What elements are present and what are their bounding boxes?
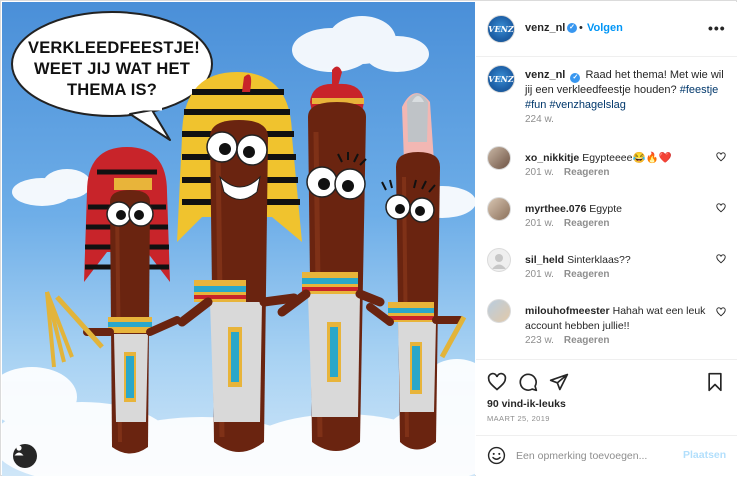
more-options-icon[interactable]: ••• [708,20,726,36]
comment-username[interactable]: myrthee.076 [525,203,586,215]
like-comment-heart-icon[interactable] [716,203,726,213]
comment-item: myrthee.076 Egypte 201 w. Reageren [476,197,737,247]
reply-button[interactable]: Reageren [564,335,610,346]
speech-bubble-line: VERKLEEDFEESTJE! [28,39,200,57]
caption-timestamp: 224 w. [525,114,554,125]
post-caption: venz_nl ✓ Raad het thema! Met wie wil ji… [525,68,725,113]
comment-item: milouhofmeester Hahah wat een leuk accoun… [476,299,737,349]
comment-text: Sinterklaas?? [567,254,631,266]
speech-bubble-text: VERKLEEDFEESTJE! WEET JIJ WAT HET THEMA … [28,38,200,101]
like-heart-icon[interactable] [487,372,507,392]
comment-text: Egypteeee😂🔥❤️ [582,152,672,164]
instagram-post-modal: VERKLEEDFEESTJE! WEET JIJ WAT HET THEMA … [0,0,737,476]
author-username[interactable]: venz_nl [525,22,565,34]
comment-text: Egypte [589,203,622,215]
author-avatar[interactable]: VENZ [487,15,515,43]
post-actions: 90 vind-ik-leuks MAART 25, 2019 Plaatsen [476,359,737,481]
comment-meta: 223 w. Reageren [525,335,610,346]
post-date: MAART 25, 2019 [487,414,550,423]
caption-username[interactable]: venz_nl [525,69,565,81]
commenter-avatar[interactable] [487,146,511,170]
comment-bubble-icon[interactable] [518,372,538,392]
comment-time: 201 w. [525,269,554,280]
verified-badge-icon: ✓ [567,23,577,33]
comment-meta: 201 w. Reageren [525,269,610,280]
speech-bubble-line: WEET JIJ WAT HET [34,60,190,78]
comment-time: 223 w. [525,335,554,346]
post-comment-button[interactable]: Plaatsen [683,449,726,461]
comment-input[interactable] [516,447,676,465]
comment-item: sil_held Sinterklaas?? 201 w. Reageren [476,248,737,298]
reply-button[interactable]: Reageren [564,218,610,229]
share-paper-plane-icon[interactable] [549,372,569,392]
save-bookmark-icon[interactable] [705,372,725,392]
follow-button[interactable]: Volgen [587,22,623,34]
comment-item: xo_nikkitje Egypteeee😂🔥❤️ 201 w. Reageren [476,146,737,196]
avatar-logo-text: VENZ [488,24,514,34]
comment-body: sil_held Sinterklaas?? [525,253,710,268]
avatar-logo-text: VENZ [488,74,514,84]
tagged-users-button[interactable] [13,444,37,468]
caption-author-avatar[interactable]: VENZ [487,65,515,93]
comment-body: myrthee.076 Egypte [525,202,710,217]
character-pharaoh-center-left [177,72,302,452]
comment-time: 201 w. [525,167,554,178]
post-image[interactable]: VERKLEEDFEESTJE! WEET JIJ WAT HET THEMA … [2,2,475,476]
like-comment-heart-icon[interactable] [716,254,726,264]
character-pharaoh-center-right [277,66,385,451]
commenter-avatar[interactable] [487,248,511,272]
default-avatar-icon [492,254,506,269]
comment-username[interactable]: xo_nikkitje [525,152,579,164]
comment-body: milouhofmeester Hahah wat een leuk accoun… [525,304,710,334]
emoji-smiley-icon[interactable] [487,446,506,465]
verified-badge-icon: ✓ [570,73,581,83]
reply-button[interactable]: Reageren [564,269,610,280]
like-comment-heart-icon[interactable] [716,152,726,162]
commenter-avatar[interactable] [487,299,511,323]
commenter-avatar[interactable] [487,197,511,221]
post-header: VENZ venz_nl ✓ • Volgen ••• [476,2,737,57]
likes-count[interactable]: 90 vind-ik-leuks [487,398,566,410]
speech-bubble-line: THEMA IS? [66,81,158,99]
post-details-panel: VENZ venz_nl ✓ • Volgen ••• VENZ venz_nl… [476,2,737,476]
comment-meta: 201 w. Reageren [525,218,610,229]
reply-button[interactable]: Reageren [564,167,610,178]
comment-body: xo_nikkitje Egypteeee😂🔥❤️ [525,151,710,166]
add-comment-bar: Plaatsen [476,435,737,477]
comment-meta: 201 w. Reageren [525,167,610,178]
user-silhouette-icon [14,445,24,456]
comment-username[interactable]: milouhofmeester [525,305,610,317]
comment-time: 201 w. [525,218,554,229]
like-comment-heart-icon[interactable] [716,307,726,317]
separator-dot: • [579,22,583,34]
comment-username[interactable]: sil_held [525,254,564,266]
